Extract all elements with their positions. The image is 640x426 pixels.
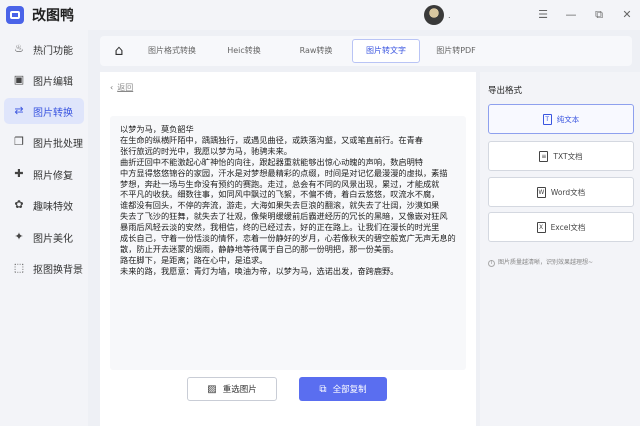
text-line: 曲折迂回中不能激起心旷神怡的向往，跟起器重就能够出惊心动魄的声响，数启明特 bbox=[120, 156, 423, 167]
info-icon: i bbox=[488, 260, 495, 267]
repair-icon: ✚ bbox=[14, 167, 24, 180]
export-panel: 导出格式 T 纯文本 ≡ TXT文档 W Word文档 X Excel文档 i图… bbox=[480, 72, 640, 426]
txt-file-icon: ≡ bbox=[539, 150, 549, 162]
format-label: 纯文本 bbox=[556, 114, 580, 124]
text-line: 梦想，奔赴一场与生命没有预约的赛跑。走过，总会有不同的风景出现，累过，才能成就 bbox=[120, 178, 440, 189]
format-plain-text-button[interactable]: T 纯文本 bbox=[488, 104, 634, 134]
export-title: 导出格式 bbox=[488, 86, 523, 96]
text-file-icon: T bbox=[542, 113, 552, 125]
copy-all-label: 全部复制 bbox=[332, 385, 367, 395]
sidebar-item-label: 趣味特效 bbox=[33, 201, 73, 213]
format-label: Word文档 bbox=[550, 187, 586, 197]
tab-image-format[interactable]: 图片格式转换 bbox=[138, 39, 206, 63]
sidebar-item-label: 照片修复 bbox=[33, 170, 73, 182]
sidebar-item-image-convert[interactable]: ⇄ 图片转换 bbox=[4, 98, 84, 124]
word-file-icon: W bbox=[536, 186, 546, 198]
tab-image-to-text[interactable]: 图片转文字 bbox=[352, 39, 420, 63]
text-line: 谁都没有回头，不停的奔流，游走，大海如果失去巨浪的翻滚，就失去了壮阔，沙漠如果 bbox=[120, 200, 440, 211]
text-line: 在生命的纵横阡陌中，踽踽独行，或遇见曲径，或跌落沟壑，又或笔直前行。在青春 bbox=[120, 134, 423, 145]
text-line: 成长自己，守着一份恬淡的情怀，恋着一份静好的岁月，心若像秋天的碧空般宽广无声无息… bbox=[120, 233, 456, 244]
menu-icon[interactable]: ☰ bbox=[536, 0, 550, 30]
sidebar-item-label: 图片美化 bbox=[33, 233, 73, 245]
title-bar: 改图鸭 . ☰ — ⧉ ✕ bbox=[0, 0, 640, 30]
text-line: 不平凡的收获。细数往事，如同风中飘过的飞絮，不偏不倚，着白云悠悠，叹流水不腐， bbox=[120, 189, 440, 200]
sidebar-item-repair[interactable]: ✚ 照片修复 bbox=[4, 161, 84, 187]
tab-heic[interactable]: Heic转换 bbox=[210, 39, 278, 63]
format-label: Excel文档 bbox=[550, 222, 586, 232]
back-label: 返回 bbox=[117, 83, 134, 92]
text-line: 散，防止开去迷蒙的烟雨，静静地等待属于自己的那一份明把，那一份美丽。 bbox=[120, 243, 399, 254]
image-icon: ▨ bbox=[207, 383, 217, 395]
format-txt-button[interactable]: ≡ TXT文档 bbox=[488, 141, 634, 171]
text-line: 以梦为马，莫负韶华 bbox=[120, 124, 194, 134]
batch-icon: ❐ bbox=[14, 135, 24, 148]
sidebar-item-hot[interactable]: ♨ 热门功能 bbox=[4, 36, 84, 62]
sidebar-item-label: 图片转换 bbox=[33, 107, 73, 119]
image-edit-icon: ▣ bbox=[13, 73, 25, 86]
reselect-image-button[interactable]: ▨ 重选图片 bbox=[187, 377, 277, 401]
sidebar-item-effects[interactable]: ✿ 趣味特效 bbox=[4, 192, 84, 218]
text-line: 未来的路，我愿意：青灯为墙，唤油为帝，以梦为马，选诺出发，奋跨鹿野。 bbox=[120, 265, 399, 276]
effects-icon: ✿ bbox=[14, 198, 24, 211]
app-logo-icon bbox=[6, 6, 24, 24]
tab-raw[interactable]: Raw转换 bbox=[282, 39, 350, 63]
app-title: 改图鸭 bbox=[32, 8, 74, 24]
format-word-button[interactable]: W Word文档 bbox=[488, 177, 634, 207]
quality-note: i 图片质量越清晰，识别效果越理想~ bbox=[488, 257, 593, 267]
text-line: 张行旅远的时光中，我愿以梦为马，驰骋未来。 bbox=[120, 145, 292, 156]
avatar[interactable] bbox=[424, 5, 444, 25]
text-line: 暴雨后风轻云淡的安然，我相信，终的已经过去，好的正在路上。让我们在漫长的时光里 bbox=[120, 222, 440, 233]
tab-bar: ⌂ 图片格式转换 Heic转换 Raw转换 图片转文字 图片转PDF bbox=[100, 36, 632, 66]
format-label: TXT文档 bbox=[553, 151, 583, 161]
beautify-icon: ✦ bbox=[14, 230, 24, 243]
reselect-label: 重选图片 bbox=[222, 385, 257, 395]
sidebar-item-label: 抠图换背景 bbox=[33, 264, 83, 276]
text-line: 中方显得悠悠锦谷的家园，汗水是对梦想最精彩的点缀，时间是对记忆最漫漫的虚拟，素描 bbox=[120, 167, 448, 178]
note-text: 图片质量越清晰，识别效果越理想~ bbox=[498, 259, 594, 266]
sidebar-item-image-edit[interactable]: ▣ 图片编辑 bbox=[4, 67, 84, 93]
recognized-text-box[interactable]: 以梦为马，莫负韶华 在生命的纵横阡陌中，踽踽独行，或遇见曲径，或跌落沟壑，又或笔… bbox=[110, 116, 466, 370]
cutout-icon: ⬚ bbox=[13, 261, 25, 274]
user-menu[interactable]: . bbox=[424, 4, 464, 26]
sidebar-item-label: 图片批处理 bbox=[33, 138, 83, 150]
back-link[interactable]: ‹ 返回 bbox=[110, 82, 133, 93]
copy-icon: ⧉ bbox=[319, 383, 327, 395]
copy-all-button[interactable]: ⧉ 全部复制 bbox=[299, 377, 387, 401]
sidebar-item-beautify[interactable]: ✦ 图片美化 bbox=[4, 224, 84, 250]
home-icon[interactable]: ⌂ bbox=[110, 42, 128, 60]
text-line: 失去了飞沙的狂舞，就失去了壮观，像柴明缓缓前后霸迸经历的冗长的黑暗，又像嵌对狂风 bbox=[120, 211, 448, 222]
text-line: 路在脚下，是距离；路在心中，是追求。 bbox=[120, 254, 268, 265]
excel-file-icon: X bbox=[536, 221, 546, 233]
minimize-icon[interactable]: — bbox=[564, 0, 578, 30]
sidebar-item-label: 热门功能 bbox=[33, 45, 73, 57]
maximize-icon[interactable]: ⧉ bbox=[592, 0, 606, 30]
sidebar-item-batch[interactable]: ❐ 图片批处理 bbox=[4, 129, 84, 155]
close-icon[interactable]: ✕ bbox=[620, 0, 634, 30]
sidebar-item-label: 图片编辑 bbox=[33, 76, 73, 88]
flame-icon: ♨ bbox=[14, 42, 24, 55]
user-name: . bbox=[448, 10, 451, 20]
sidebar: ♨ 热门功能 ▣ 图片编辑 ⇄ 图片转换 ❐ 图片批处理 ✚ 照片修复 ✿ 趣味… bbox=[0, 30, 88, 426]
main-panel: ‹ 返回 以梦为马，莫负韶华 在生命的纵横阡陌中，踽踽独行，或遇见曲径，或跌落沟壑… bbox=[100, 72, 476, 426]
convert-icon: ⇄ bbox=[14, 104, 24, 117]
format-excel-button[interactable]: X Excel文档 bbox=[488, 212, 634, 242]
sidebar-item-cutout[interactable]: ⬚ 抠图换背景 bbox=[4, 255, 84, 281]
window-controls: ☰ — ⧉ ✕ bbox=[536, 0, 634, 30]
chevron-left-icon: ‹ bbox=[110, 83, 114, 92]
tab-image-to-pdf[interactable]: 图片转PDF bbox=[422, 39, 490, 63]
